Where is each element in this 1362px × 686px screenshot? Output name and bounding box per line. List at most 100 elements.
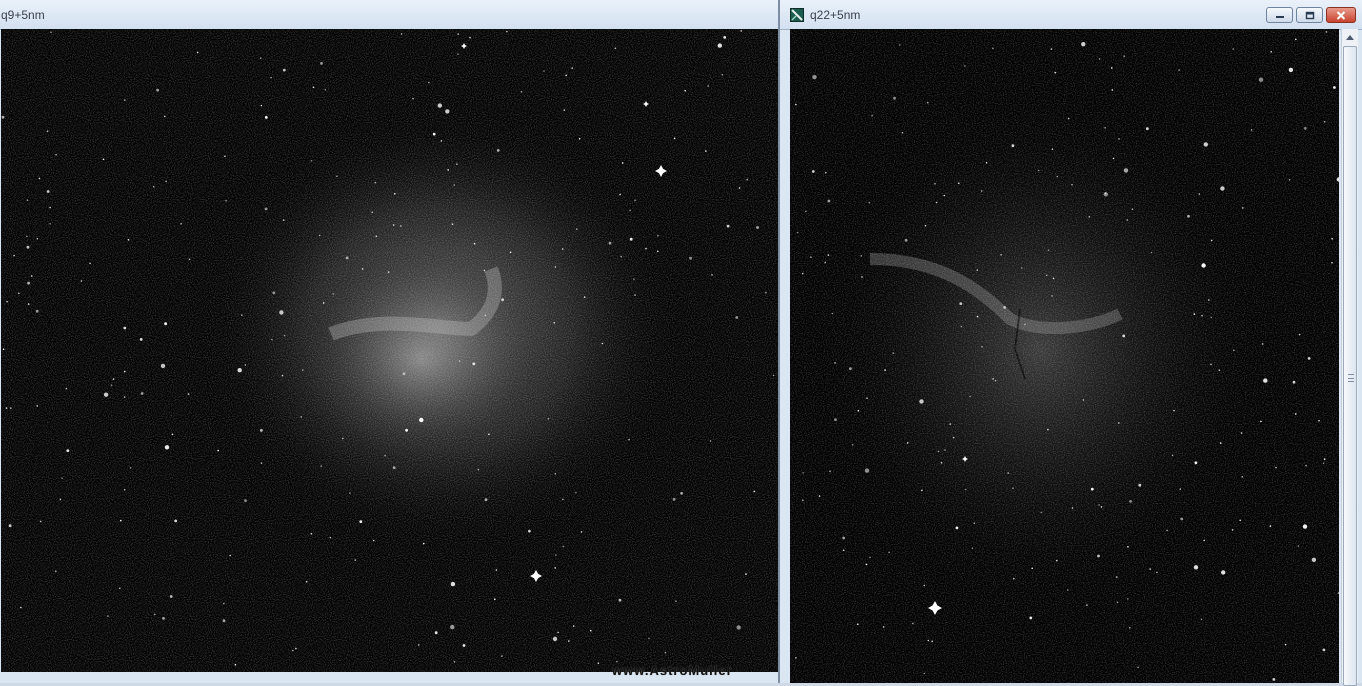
star	[633, 278, 635, 280]
star	[1013, 577, 1015, 580]
vertical-scrollbar[interactable]	[1341, 29, 1358, 686]
star	[1180, 517, 1184, 521]
star	[1024, 323, 1026, 326]
star	[629, 209, 631, 212]
star	[152, 185, 155, 188]
star	[673, 137, 676, 140]
title-bar[interactable]: q22+5nm	[780, 0, 1362, 30]
star	[726, 224, 730, 228]
star	[506, 30, 508, 33]
star	[164, 322, 168, 326]
scroll-thumb[interactable]	[1343, 46, 1357, 686]
star	[154, 613, 156, 616]
star	[36, 405, 38, 407]
star	[453, 661, 456, 663]
star	[934, 183, 936, 185]
star	[1047, 249, 1050, 251]
star	[428, 81, 430, 84]
star	[901, 132, 904, 134]
scroll-up-arrow[interactable]	[1342, 29, 1358, 46]
star	[272, 291, 276, 295]
star	[1051, 148, 1054, 150]
star	[1021, 267, 1023, 269]
star	[949, 423, 951, 425]
star	[927, 101, 929, 104]
star	[857, 409, 860, 412]
star	[717, 43, 722, 48]
image-viewport[interactable]	[790, 29, 1339, 683]
star	[884, 369, 886, 371]
title-bar[interactable]: q9+5nm	[0, 0, 778, 30]
star	[112, 378, 115, 380]
star	[1210, 316, 1212, 319]
minimize-button[interactable]	[1266, 7, 1293, 23]
star	[5, 407, 8, 409]
star	[450, 581, 456, 587]
star	[1090, 487, 1094, 491]
star	[320, 62, 323, 65]
star	[1297, 545, 1300, 547]
window-title: q22+5nm	[810, 7, 861, 22]
star	[1275, 466, 1277, 469]
image-window-left[interactable]: q9+5nm	[0, 0, 779, 683]
star	[174, 519, 178, 523]
star	[458, 360, 461, 362]
star	[65, 387, 68, 390]
star	[1100, 506, 1103, 508]
star	[861, 276, 863, 278]
star	[1007, 472, 1009, 474]
star	[260, 462, 263, 464]
star	[971, 547, 974, 549]
image-viewport[interactable]	[1, 29, 778, 672]
star	[469, 36, 471, 39]
star	[1082, 399, 1085, 401]
image-window-right[interactable]: q22+5nm	[779, 0, 1362, 686]
star	[1292, 380, 1296, 384]
star	[810, 256, 812, 258]
star	[824, 261, 826, 264]
star	[39, 520, 42, 523]
star	[237, 368, 242, 373]
star	[1232, 48, 1235, 50]
close-button[interactable]	[1326, 7, 1356, 23]
star	[520, 91, 523, 93]
star	[985, 162, 988, 164]
star	[295, 647, 297, 650]
watermark: www.AstroMuller	[612, 663, 733, 678]
star	[958, 182, 960, 184]
star	[1037, 169, 1040, 172]
star	[123, 326, 127, 330]
star	[589, 629, 592, 632]
star	[1104, 127, 1106, 129]
star	[796, 231, 799, 234]
star	[484, 314, 487, 317]
star	[260, 104, 263, 107]
star	[575, 491, 577, 494]
star	[553, 322, 556, 324]
star	[818, 495, 821, 497]
star	[1323, 458, 1326, 460]
star	[1127, 546, 1129, 548]
star	[1231, 529, 1234, 531]
star	[139, 338, 143, 341]
star	[387, 271, 390, 273]
star	[318, 234, 321, 237]
star	[291, 649, 294, 652]
restore-button[interactable]	[1296, 7, 1323, 23]
star	[882, 626, 885, 628]
star	[103, 392, 109, 397]
star	[456, 163, 458, 165]
star	[555, 554, 557, 556]
star	[1331, 238, 1333, 240]
star	[27, 303, 30, 305]
star	[629, 237, 633, 241]
star	[164, 445, 170, 450]
star	[371, 211, 374, 213]
star	[123, 489, 126, 491]
star	[61, 477, 63, 480]
star	[1129, 500, 1132, 503]
star	[392, 224, 395, 226]
star	[224, 155, 226, 158]
star	[310, 160, 313, 162]
star	[1233, 349, 1235, 352]
